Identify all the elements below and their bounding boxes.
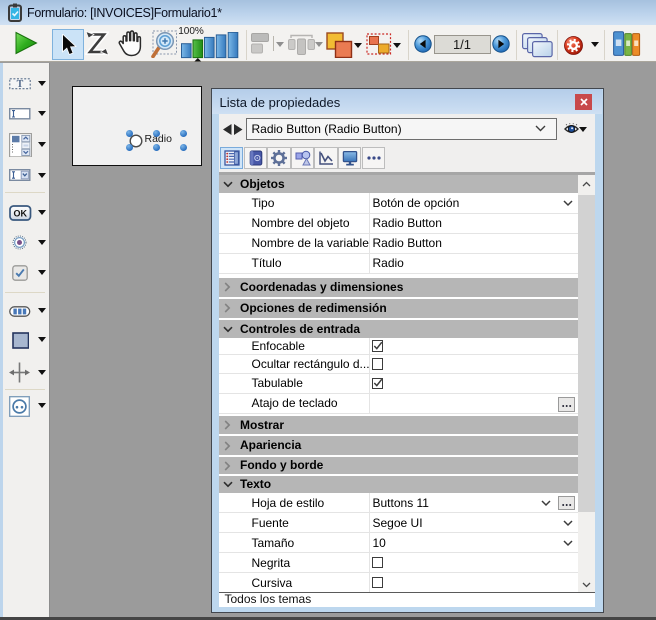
svg-text:T: T [17,79,24,89]
svg-text:OK: OK [13,208,27,218]
